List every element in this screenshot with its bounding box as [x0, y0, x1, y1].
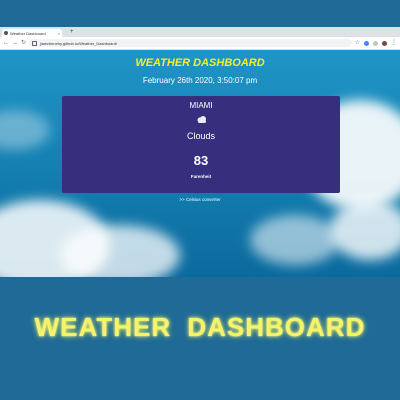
page-viewport: WEATHER DASHBOARD February 26th 2020, 3:… [0, 50, 400, 277]
browser-tab[interactable]: Weather Dashboard × [2, 29, 62, 37]
temperature-value: 83 [193, 153, 209, 168]
city-name: MIAMI [189, 101, 213, 110]
browser-toolbar: ← → ↻ jiawchenehy.github.io/Weather_Dash… [0, 37, 400, 50]
star-icon[interactable]: ☆ [355, 40, 360, 46]
cloud-shape [330, 200, 400, 260]
current-datetime: February 26th 2020, 3:50:07 pm [142, 76, 258, 85]
extension-icon[interactable] [364, 40, 369, 46]
new-tab-button[interactable]: + [70, 29, 74, 35]
clouds-icon [197, 116, 206, 123]
weather-condition: Clouds [186, 131, 215, 141]
page-title: WEATHER DASHBOARD [135, 57, 265, 69]
weather-card: MIAMI Clouds 83 Farenheit [62, 96, 340, 193]
celsius-converter-link[interactable]: >> Celsius converter [0, 197, 400, 202]
reload-icon[interactable]: ↻ [21, 40, 26, 46]
close-tab-icon[interactable]: × [58, 31, 60, 36]
cloud-shape [60, 225, 180, 277]
tab-bar: Weather Dashboard × + [0, 27, 400, 37]
url-text: jiawchenehy.github.io/Weather_Dashboard/ [40, 40, 118, 46]
lock-icon [32, 40, 38, 46]
back-icon[interactable]: ← [3, 40, 9, 46]
tab-title: Weather Dashboard [10, 30, 46, 36]
menu-icon[interactable]: ⋮ [391, 40, 397, 46]
address-bar[interactable]: jiawchenehy.github.io/Weather_Dashboard/ [29, 39, 352, 47]
cloud-shape [0, 110, 50, 150]
browser-window: Weather Dashboard × + ← → ↻ jiawchenehy.… [0, 27, 400, 277]
forward-icon[interactable]: → [12, 40, 18, 46]
avatar[interactable] [382, 40, 387, 46]
banner-title: WEATHER DASHBOARD [34, 312, 366, 342]
cloud-shape [250, 215, 340, 265]
favicon-icon [4, 31, 8, 35]
extension-icon[interactable] [373, 40, 378, 46]
temperature-unit: Farenheit [190, 174, 212, 179]
